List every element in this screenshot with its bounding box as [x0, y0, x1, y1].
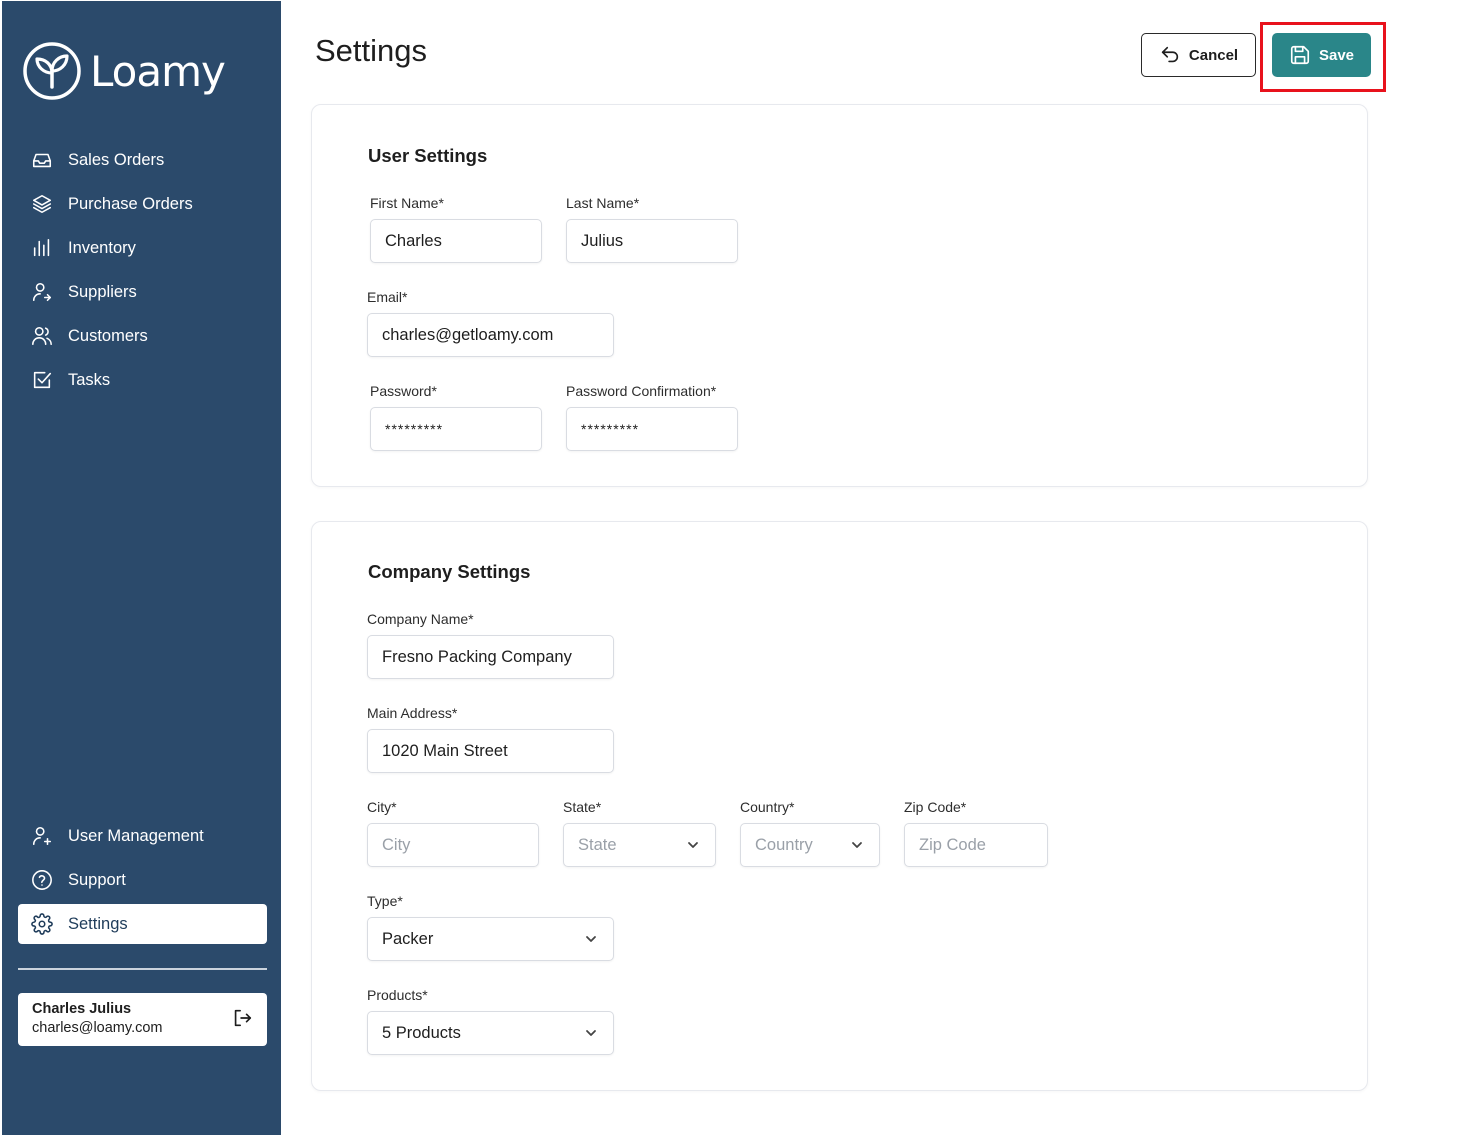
first-name-field[interactable]: Charles — [370, 219, 542, 263]
password-confirmation-label: Password Confirmation* — [566, 383, 717, 399]
logout-icon[interactable] — [231, 1007, 253, 1029]
password-field[interactable]: ********* — [370, 407, 542, 451]
email-label: Email* — [367, 289, 408, 305]
cancel-button-label: Cancel — [1188, 46, 1239, 64]
sidebar-item-label: Tasks — [68, 370, 111, 389]
type-select[interactable]: Packer — [367, 917, 614, 961]
main-address-field[interactable]: 1020 Main Street — [367, 729, 614, 773]
sidebar-item-customers[interactable]: Customers — [18, 316, 267, 356]
undo-arrow-icon — [1161, 46, 1178, 63]
help-circle-icon — [30, 868, 54, 892]
users-icon — [30, 324, 54, 348]
password-label: Password* — [370, 383, 437, 399]
bar-chart-icon — [30, 236, 54, 260]
sidebar-bottom-nav: User Management Support Settings — [18, 816, 267, 948]
state-label: State* — [563, 799, 602, 815]
city-label: City* — [367, 799, 397, 815]
last-name-field[interactable]: Julius — [566, 219, 738, 263]
sidebar-item-label: Customers — [68, 326, 148, 345]
sidebar-divider — [18, 968, 267, 970]
company-settings-title: Company Settings — [368, 561, 531, 582]
user-settings-title: User Settings — [368, 145, 488, 166]
products-select-value: 5 Products — [382, 1023, 461, 1042]
products-label: Products* — [367, 987, 428, 1003]
state-select-value: State — [578, 835, 617, 854]
sidebar-item-user-management[interactable]: User Management — [18, 816, 267, 856]
user-plus-icon — [30, 824, 54, 848]
country-select-value: Country — [755, 835, 813, 854]
inbox-icon — [30, 148, 54, 172]
company-name-label: Company Name* — [367, 611, 474, 627]
state-select[interactable]: State — [563, 823, 716, 867]
sidebar-item-support[interactable]: Support — [18, 860, 267, 900]
save-button-label: Save — [1318, 46, 1355, 64]
country-label: Country* — [740, 799, 795, 815]
email-field[interactable]: charles@getloamy.com — [367, 313, 614, 357]
user-profile-card: Charles Julius charles@loamy.com — [18, 993, 267, 1046]
checkbox-icon — [30, 368, 54, 392]
chevron-down-icon — [583, 1025, 599, 1041]
layers-icon — [30, 192, 54, 216]
sidebar-item-sales-orders[interactable]: Sales Orders — [18, 140, 267, 180]
user-arrow-icon — [30, 280, 54, 304]
password-confirmation-field[interactable]: ********* — [566, 407, 738, 451]
cancel-button[interactable]: Cancel — [1141, 33, 1256, 77]
sidebar-item-label: Purchase Orders — [68, 194, 193, 213]
company-name-field[interactable]: Fresno Packing Company — [367, 635, 614, 679]
user-name: Charles Julius — [32, 1001, 132, 1017]
company-settings-card: Company Settings Company Name* Fresno Pa… — [311, 521, 1368, 1091]
sidebar-item-suppliers[interactable]: Suppliers — [18, 272, 267, 312]
user-email: charles@loamy.com — [32, 1020, 163, 1036]
city-field[interactable]: City — [367, 823, 539, 867]
sidebar-item-tasks[interactable]: Tasks — [18, 360, 267, 400]
page-title: Settings — [315, 33, 428, 68]
sidebar-item-settings[interactable]: Settings — [18, 904, 267, 944]
zip-code-label: Zip Code* — [904, 799, 967, 815]
type-select-value: Packer — [382, 929, 434, 948]
products-select[interactable]: 5 Products — [367, 1011, 614, 1055]
chevron-down-icon — [583, 931, 599, 947]
sidebar-item-inventory[interactable]: Inventory — [18, 228, 267, 268]
sidebar-item-label: Settings — [68, 914, 128, 933]
sidebar: Loamy Sales Orders Purchase Orders Inven… — [2, 1, 281, 1135]
sidebar-item-label: Sales Orders — [68, 150, 165, 169]
user-settings-card: User Settings First Name* Charles Last N… — [311, 104, 1368, 487]
last-name-label: Last Name* — [566, 195, 640, 211]
sprout-logo-icon — [23, 42, 81, 100]
sidebar-item-purchase-orders[interactable]: Purchase Orders — [18, 184, 267, 224]
zip-code-field[interactable]: Zip Code — [904, 823, 1048, 867]
main-address-label: Main Address* — [367, 705, 458, 721]
sidebar-item-label: Suppliers — [68, 282, 137, 301]
brand-name: Loamy — [90, 46, 226, 96]
type-label: Type* — [367, 893, 403, 909]
first-name-label: First Name* — [370, 195, 444, 211]
sidebar-main-nav: Sales Orders Purchase Orders Inventory S… — [18, 140, 267, 404]
sidebar-item-label: Inventory — [68, 238, 136, 257]
sidebar-item-label: Support — [68, 870, 126, 889]
country-select[interactable]: Country — [740, 823, 880, 867]
floppy-disk-icon — [1290, 45, 1310, 65]
brand-logo[interactable]: Loamy — [22, 41, 226, 101]
gear-icon — [30, 912, 54, 936]
sidebar-item-label: User Management — [68, 826, 204, 845]
save-button[interactable]: Save — [1272, 33, 1371, 77]
chevron-down-icon — [849, 837, 865, 853]
chevron-down-icon — [685, 837, 701, 853]
